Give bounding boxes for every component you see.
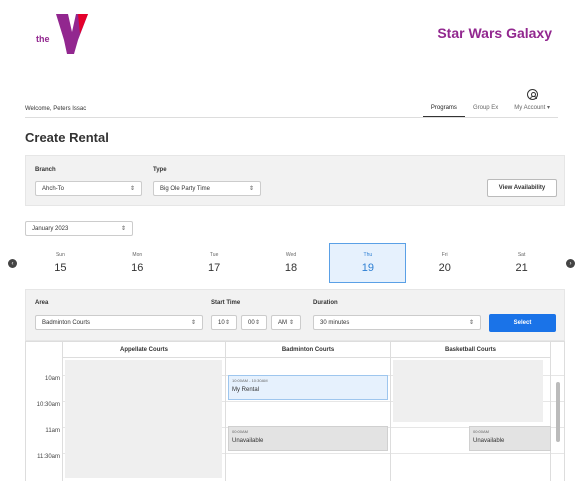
- my-rental-slot[interactable]: 10:00AM - 10:30AM My Rental: [228, 375, 388, 400]
- court-column-appellate: [63, 358, 226, 481]
- chevron-left-icon[interactable]: ‹: [8, 259, 17, 268]
- welcome-text: Welcome, Peters Issac: [25, 106, 87, 112]
- slot-time: 10:00AM - 10:30AM: [232, 378, 268, 383]
- nav-divider: [25, 117, 558, 118]
- unavailable-slot: 00:00AM Unavailable: [469, 426, 551, 451]
- start-time-label: Start Time: [211, 300, 241, 306]
- updown-caret-icon: ⇕: [224, 320, 230, 326]
- branch-select[interactable]: Ahch-To ⇕: [35, 181, 142, 196]
- court-header-basketball: Basketball Courts: [391, 342, 551, 358]
- schedule-grid: 10am 10:30am 11am 11:30am Appellate Cour…: [25, 341, 565, 481]
- time-label: 11:30am: [37, 454, 60, 460]
- schedule-scrollbar[interactable]: [556, 382, 560, 442]
- day-number: 16: [131, 262, 144, 274]
- user-circle-icon[interactable]: [526, 89, 538, 100]
- svg-text:the: the: [36, 34, 50, 44]
- day-number: 17: [208, 262, 221, 274]
- slot-label: My Rental: [232, 387, 260, 393]
- nav-my-account[interactable]: My Account ▾: [506, 104, 558, 118]
- time-label: 11am: [45, 428, 60, 434]
- updown-caret-icon: ⇕: [468, 320, 474, 326]
- time-label: 10am: [44, 376, 60, 382]
- week-strip: Sun 15 Mon 16 Tue 17 Wed 18 Thu 19 Fri 2…: [22, 243, 560, 283]
- court-header-badminton: Badminton Courts: [226, 342, 391, 358]
- area-select[interactable]: Badminton Courts ⇕: [35, 315, 203, 330]
- minute-select-value: 00: [248, 319, 255, 326]
- duration-select[interactable]: 30 minutes ⇕: [313, 315, 481, 330]
- ymca-logo[interactable]: the: [34, 12, 92, 56]
- type-select[interactable]: Big Ole Party Time ⇕: [153, 181, 261, 196]
- top-nav: Programs Group Ex My Account ▾: [422, 86, 558, 118]
- area-label: Area: [35, 300, 49, 306]
- slot-time: 00:00AM: [473, 429, 490, 434]
- court-column-basketball: [391, 358, 551, 481]
- unavailable-block: [393, 360, 543, 422]
- time-label: 10:30am: [36, 402, 60, 408]
- updown-caret-icon: ⇕: [254, 320, 260, 326]
- slot-label: Unavailable: [232, 438, 264, 444]
- type-label: Type: [153, 167, 167, 173]
- select-button[interactable]: Select: [489, 314, 556, 332]
- day-number: 15: [54, 262, 67, 274]
- slot-label: Unavailable: [473, 438, 505, 444]
- type-select-value: Big Ole Party Time: [160, 185, 211, 192]
- day-wed[interactable]: Wed 18: [253, 243, 330, 283]
- month-select[interactable]: January 2023 ⇕: [25, 221, 133, 236]
- updown-caret-icon: ⇕: [120, 226, 126, 232]
- branch-select-value: Ahch-To: [42, 185, 65, 192]
- day-sat[interactable]: Sat 21: [483, 243, 560, 283]
- ampm-select-value: AM: [278, 319, 287, 326]
- day-sun[interactable]: Sun 15: [22, 243, 99, 283]
- day-number: 21: [515, 262, 528, 274]
- area-select-value: Badminton Courts: [42, 319, 91, 326]
- day-thu[interactable]: Thu 19: [329, 243, 407, 283]
- minute-select[interactable]: 00 ⇕: [241, 315, 267, 330]
- day-name: Tue: [209, 252, 219, 258]
- day-number: 20: [438, 262, 451, 274]
- time-column: 10am 10:30am 11am 11:30am: [26, 342, 63, 481]
- updown-caret-icon: ⇕: [248, 186, 254, 192]
- day-fri[interactable]: Fri 20: [406, 243, 483, 283]
- options-panel: Area Badminton Courts ⇕ Start Time 10 ⇕ …: [25, 289, 565, 341]
- ampm-select[interactable]: AM ⇕: [271, 315, 301, 330]
- chevron-right-icon[interactable]: ›: [566, 259, 575, 268]
- updown-caret-icon: ⇕: [190, 320, 196, 326]
- duration-label: Duration: [313, 300, 338, 306]
- branch-label: Branch: [35, 167, 56, 173]
- unavailable-block: [65, 360, 222, 478]
- filter-panel: Branch Ahch-To ⇕ Type Big Ole Party Time…: [25, 155, 565, 206]
- day-name: Sat: [517, 252, 526, 258]
- updown-caret-icon: ⇕: [288, 320, 294, 326]
- header: the Star Wars Galaxy: [0, 0, 576, 70]
- hour-select[interactable]: 10 ⇕: [211, 315, 237, 330]
- updown-caret-icon: ⇕: [129, 186, 135, 192]
- day-name: Fri: [441, 252, 448, 258]
- day-name: Wed: [285, 252, 297, 258]
- day-tue[interactable]: Tue 17: [176, 243, 253, 283]
- day-name: Mon: [132, 252, 143, 258]
- duration-select-value: 30 minutes: [320, 319, 350, 326]
- view-availability-button[interactable]: View Availability: [487, 179, 557, 197]
- day-name: Sun: [55, 252, 65, 258]
- day-number: 18: [284, 262, 298, 274]
- nav-my-account-wrap[interactable]: My Account ▾: [506, 89, 558, 118]
- slot-time: 00:00AM: [232, 429, 249, 434]
- hour-select-value: 10: [218, 319, 225, 326]
- court-header-appellate: Appellate Courts: [63, 342, 226, 358]
- page-title: Create Rental: [25, 130, 109, 145]
- day-number: 19: [361, 262, 374, 274]
- day-mon[interactable]: Mon 16: [99, 243, 176, 283]
- site-title[interactable]: Star Wars Galaxy: [437, 25, 552, 41]
- day-name: Thu: [363, 252, 373, 258]
- unavailable-slot: 00:00AM Unavailable: [228, 426, 388, 451]
- month-select-value: January 2023: [32, 225, 69, 232]
